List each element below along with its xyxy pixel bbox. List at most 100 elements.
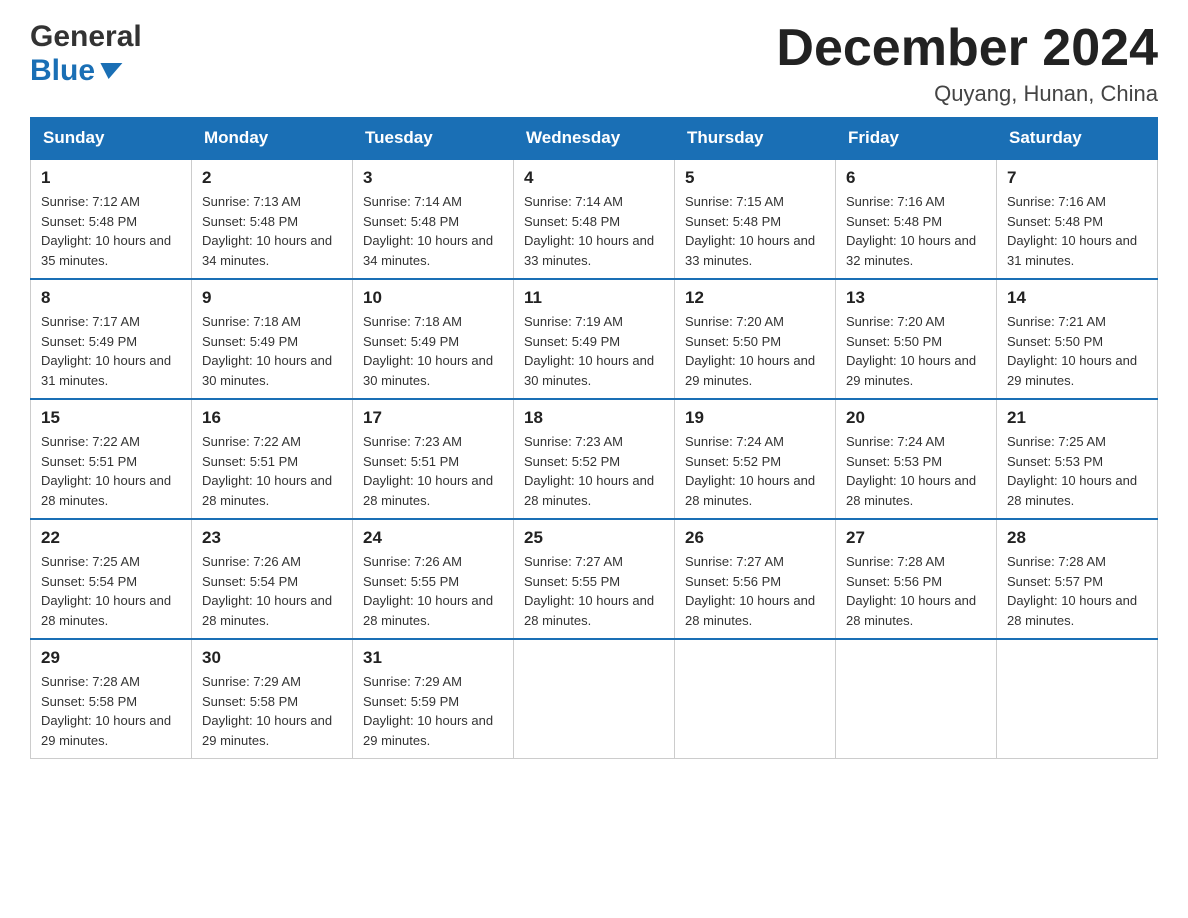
day-number: 24: [363, 528, 503, 548]
month-title: December 2024: [776, 20, 1158, 77]
calendar-cell: [675, 639, 836, 759]
day-number: 16: [202, 408, 342, 428]
week-row-4: 22Sunrise: 7:25 AMSunset: 5:54 PMDayligh…: [31, 519, 1158, 639]
day-number: 5: [685, 168, 825, 188]
calendar-cell: 9 Sunrise: 7:18 AMSunset: 5:49 PMDaylight…: [192, 279, 353, 399]
day-number: 7: [1007, 168, 1147, 188]
day-info: Sunrise: 7:27 AMSunset: 5:56 PMDaylight:…: [685, 552, 825, 630]
day-number: 28: [1007, 528, 1147, 548]
day-number: 17: [363, 408, 503, 428]
calendar-table: SundayMondayTuesdayWednesdayThursdayFrid…: [30, 117, 1158, 759]
day-info: Sunrise: 7:19 AMSunset: 5:49 PMDaylight:…: [524, 312, 664, 390]
day-info: Sunrise: 7:25 AMSunset: 5:53 PMDaylight:…: [1007, 432, 1147, 510]
calendar-cell: 7 Sunrise: 7:16 AMSunset: 5:48 PMDaylight…: [997, 159, 1158, 279]
day-info: Sunrise: 7:28 AMSunset: 5:56 PMDaylight:…: [846, 552, 986, 630]
day-number: 26: [685, 528, 825, 548]
calendar-cell: 21 Sunrise: 7:25 AMSunset: 5:53 PMDayligh…: [997, 399, 1158, 519]
calendar-cell: 29 Sunrise: 7:28 AMSunset: 5:58 PMDayligh…: [31, 639, 192, 759]
day-info: Sunrise: 7:18 AMSunset: 5:49 PMDaylight:…: [202, 312, 342, 390]
day-number: 27: [846, 528, 986, 548]
calendar-cell: 5 Sunrise: 7:15 AMSunset: 5:48 PMDaylight…: [675, 159, 836, 279]
calendar-cell: 12 Sunrise: 7:20 AMSunset: 5:50 PMDayligh…: [675, 279, 836, 399]
day-info: Sunrise: 7:13 AMSunset: 5:48 PMDaylight:…: [202, 192, 342, 270]
calendar-cell: 3 Sunrise: 7:14 AMSunset: 5:48 PMDaylight…: [353, 159, 514, 279]
location: Quyang, Hunan, China: [776, 81, 1158, 107]
day-number: 2: [202, 168, 342, 188]
logo-triangle-icon: [98, 63, 123, 79]
day-info: Sunrise: 7:29 AMSunset: 5:59 PMDaylight:…: [363, 672, 503, 750]
day-header-monday: Monday: [192, 118, 353, 160]
day-number: 30: [202, 648, 342, 668]
page-header: General Blue December 2024 Quyang, Hunan…: [30, 20, 1158, 107]
day-number: 8: [41, 288, 181, 308]
calendar-cell: 31 Sunrise: 7:29 AMSunset: 5:59 PMDayligh…: [353, 639, 514, 759]
day-number: 10: [363, 288, 503, 308]
day-header-wednesday: Wednesday: [514, 118, 675, 160]
day-header-tuesday: Tuesday: [353, 118, 514, 160]
day-info: Sunrise: 7:26 AMSunset: 5:55 PMDaylight:…: [363, 552, 503, 630]
calendar-cell: 16 Sunrise: 7:22 AMSunset: 5:51 PMDayligh…: [192, 399, 353, 519]
calendar-cell: [514, 639, 675, 759]
day-number: 3: [363, 168, 503, 188]
week-row-2: 8 Sunrise: 7:17 AMSunset: 5:49 PMDaylight…: [31, 279, 1158, 399]
day-number: 21: [1007, 408, 1147, 428]
calendar-cell: 27 Sunrise: 7:28 AMSunset: 5:56 PMDayligh…: [836, 519, 997, 639]
day-info: Sunrise: 7:17 AMSunset: 5:49 PMDaylight:…: [41, 312, 181, 390]
calendar-cell: 23 Sunrise: 7:26 AMSunset: 5:54 PMDayligh…: [192, 519, 353, 639]
day-number: 9: [202, 288, 342, 308]
day-info: Sunrise: 7:14 AMSunset: 5:48 PMDaylight:…: [363, 192, 503, 270]
calendar-cell: [836, 639, 997, 759]
day-info: Sunrise: 7:28 AMSunset: 5:57 PMDaylight:…: [1007, 552, 1147, 630]
calendar-header-row: SundayMondayTuesdayWednesdayThursdayFrid…: [31, 118, 1158, 160]
day-number: 22: [41, 528, 181, 548]
day-number: 13: [846, 288, 986, 308]
calendar-cell: 19Sunrise: 7:24 AMSunset: 5:52 PMDayligh…: [675, 399, 836, 519]
calendar-cell: 15Sunrise: 7:22 AMSunset: 5:51 PMDayligh…: [31, 399, 192, 519]
day-info: Sunrise: 7:23 AMSunset: 5:52 PMDaylight:…: [524, 432, 664, 510]
day-info: Sunrise: 7:18 AMSunset: 5:49 PMDaylight:…: [363, 312, 503, 390]
calendar-cell: 8 Sunrise: 7:17 AMSunset: 5:49 PMDaylight…: [31, 279, 192, 399]
logo-general: General: [30, 20, 142, 54]
day-number: 14: [1007, 288, 1147, 308]
calendar-cell: 26 Sunrise: 7:27 AMSunset: 5:56 PMDayligh…: [675, 519, 836, 639]
day-info: Sunrise: 7:15 AMSunset: 5:48 PMDaylight:…: [685, 192, 825, 270]
day-number: 31: [363, 648, 503, 668]
day-info: Sunrise: 7:12 AMSunset: 5:48 PMDaylight:…: [41, 192, 181, 270]
calendar-cell: 6Sunrise: 7:16 AMSunset: 5:48 PMDaylight…: [836, 159, 997, 279]
day-header-saturday: Saturday: [997, 118, 1158, 160]
day-info: Sunrise: 7:29 AMSunset: 5:58 PMDaylight:…: [202, 672, 342, 750]
calendar-cell: 4 Sunrise: 7:14 AMSunset: 5:48 PMDaylight…: [514, 159, 675, 279]
calendar-cell: 1Sunrise: 7:12 AMSunset: 5:48 PMDaylight…: [31, 159, 192, 279]
day-info: Sunrise: 7:16 AMSunset: 5:48 PMDaylight:…: [1007, 192, 1147, 270]
logo: General Blue: [30, 20, 142, 88]
day-info: Sunrise: 7:21 AMSunset: 5:50 PMDaylight:…: [1007, 312, 1147, 390]
day-info: Sunrise: 7:20 AMSunset: 5:50 PMDaylight:…: [685, 312, 825, 390]
day-number: 12: [685, 288, 825, 308]
day-info: Sunrise: 7:20 AMSunset: 5:50 PMDaylight:…: [846, 312, 986, 390]
day-header-friday: Friday: [836, 118, 997, 160]
calendar-cell: 24 Sunrise: 7:26 AMSunset: 5:55 PMDayligh…: [353, 519, 514, 639]
calendar-cell: 18Sunrise: 7:23 AMSunset: 5:52 PMDayligh…: [514, 399, 675, 519]
day-number: 29: [41, 648, 181, 668]
calendar-cell: 10 Sunrise: 7:18 AMSunset: 5:49 PMDayligh…: [353, 279, 514, 399]
calendar-cell: 13 Sunrise: 7:20 AMSunset: 5:50 PMDayligh…: [836, 279, 997, 399]
calendar-cell: 2 Sunrise: 7:13 AMSunset: 5:48 PMDaylight…: [192, 159, 353, 279]
day-number: 25: [524, 528, 664, 548]
day-number: 19: [685, 408, 825, 428]
calendar-cell: 30 Sunrise: 7:29 AMSunset: 5:58 PMDayligh…: [192, 639, 353, 759]
calendar-cell: 28 Sunrise: 7:28 AMSunset: 5:57 PMDayligh…: [997, 519, 1158, 639]
day-number: 6: [846, 168, 986, 188]
title-section: December 2024 Quyang, Hunan, China: [776, 20, 1158, 107]
calendar-cell: 25Sunrise: 7:27 AMSunset: 5:55 PMDayligh…: [514, 519, 675, 639]
day-number: 23: [202, 528, 342, 548]
week-row-5: 29 Sunrise: 7:28 AMSunset: 5:58 PMDayligh…: [31, 639, 1158, 759]
day-number: 4: [524, 168, 664, 188]
day-info: Sunrise: 7:28 AMSunset: 5:58 PMDaylight:…: [41, 672, 181, 750]
calendar-cell: 17Sunrise: 7:23 AMSunset: 5:51 PMDayligh…: [353, 399, 514, 519]
day-info: Sunrise: 7:22 AMSunset: 5:51 PMDaylight:…: [202, 432, 342, 510]
day-info: Sunrise: 7:14 AMSunset: 5:48 PMDaylight:…: [524, 192, 664, 270]
calendar-cell: 14 Sunrise: 7:21 AMSunset: 5:50 PMDayligh…: [997, 279, 1158, 399]
day-number: 11: [524, 288, 664, 308]
day-header-sunday: Sunday: [31, 118, 192, 160]
day-info: Sunrise: 7:26 AMSunset: 5:54 PMDaylight:…: [202, 552, 342, 630]
